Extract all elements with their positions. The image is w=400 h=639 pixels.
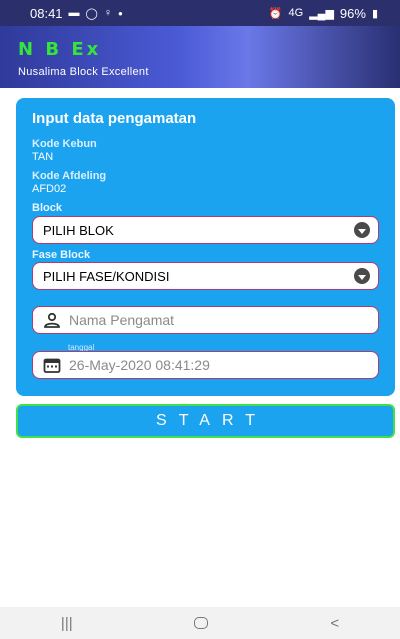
block-select[interactable]: PILIH BLOK [32,216,379,244]
kode-afdeling-value: AFD02 [32,183,67,195]
status-left: 08:41 ▬ ◯ ♀ • [30,6,123,21]
tanggal-input[interactable]: 26-May-2020 08:41:29 [32,351,379,379]
fase-block-select[interactable]: PILIH FASE/KONDISI [32,262,379,290]
app-subtitle: Nusalima Block Excellent [18,66,149,78]
status-dot: • [118,5,123,21]
message-icon: ▬ [68,7,80,19]
signal-icon: ▂▄▆ [309,7,334,20]
app-header: N B Ex Nusalima Block Excellent [0,26,400,88]
block-select-value: PILIH BLOK [43,222,114,238]
person-icon [44,312,60,328]
whatsapp-icon: ◯ [85,7,98,20]
back-button[interactable]: < [330,615,339,632]
nama-pengamat-placeholder: Nama Pengamat [69,312,175,328]
location-icon: ♀ [103,7,113,19]
calendar-icon [43,358,61,373]
status-time: 08:41 [30,5,63,21]
kode-kebun-label: Kode Kebun [32,138,97,150]
fase-block-label: Fase Block [32,249,91,261]
system-nav-bar: ||| < [0,607,400,639]
kode-kebun-value: TAN [32,151,54,163]
fase-select-value: PILIH FASE/KONDISI [43,268,170,284]
home-button[interactable] [194,617,209,629]
nama-pengamat-input[interactable]: Nama Pengamat [32,306,379,334]
recent-apps-button[interactable]: ||| [61,615,73,632]
status-bar: 08:41 ▬ ◯ ♀ • ⏰ 4G ▂▄▆ 96% ▮ [0,0,400,26]
status-right: ⏰ 4G ▂▄▆ 96% ▮ [269,6,378,21]
dropdown-icon [354,268,370,284]
network-type: 4G [288,7,304,19]
card-title: Input data pengamatan [32,110,197,127]
kode-afdeling-label: Kode Afdeling [32,170,107,182]
battery-icon: ▮ [371,7,378,20]
app-logo: N B Ex [18,39,102,60]
alarm-icon: ⏰ [268,7,283,20]
start-button[interactable]: START [16,404,395,438]
tanggal-value: 26-May-2020 08:41:29 [69,357,210,373]
input-card: Input data pengamatan Kode Kebun TAN Kod… [16,98,395,396]
dropdown-icon [354,222,370,238]
block-label: Block [32,202,62,214]
battery-percent: 96% [339,5,366,21]
